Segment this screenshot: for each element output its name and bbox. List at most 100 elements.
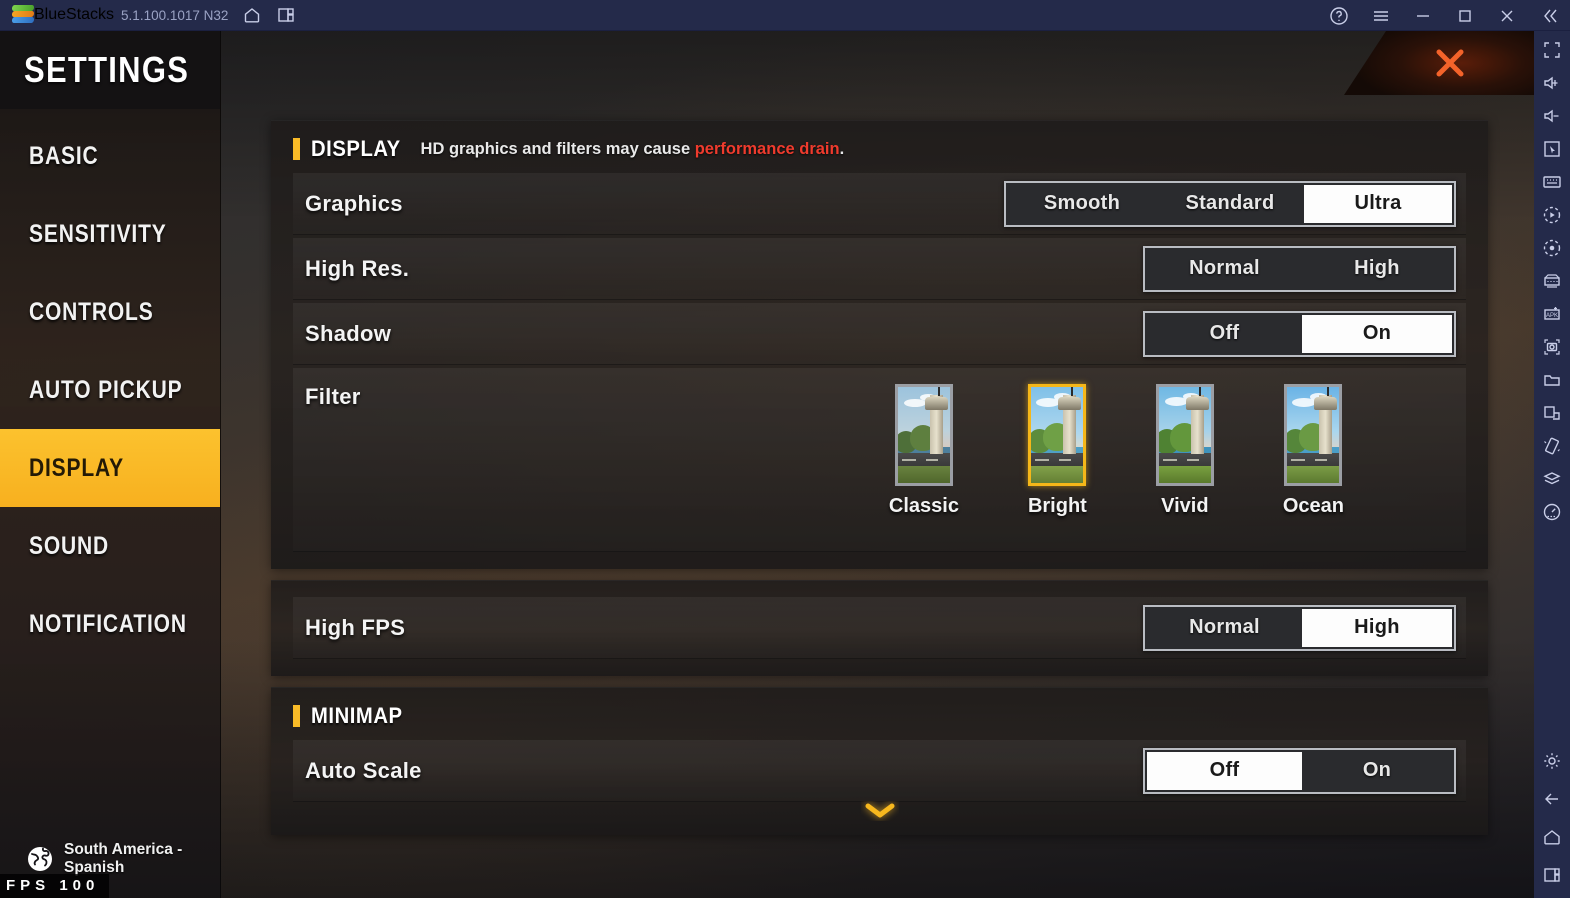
multi-instance-manager-icon[interactable] xyxy=(1541,468,1563,490)
filter-option-ocean[interactable]: Ocean xyxy=(1283,384,1344,518)
sidebar-item-auto-pickup[interactable]: AUTO PICKUP xyxy=(0,351,220,429)
row-label: High FPS xyxy=(305,614,406,640)
shake-icon[interactable] xyxy=(1541,435,1563,457)
graphics-option-standard[interactable]: Standard xyxy=(1156,185,1304,223)
high-fps-option-high[interactable]: High xyxy=(1302,608,1452,647)
high-res-option-high[interactable]: High xyxy=(1302,250,1452,288)
display-section-header: DISPLAY HD graphics and filters may caus… xyxy=(293,121,1466,173)
auto-scale-option-on[interactable]: On xyxy=(1302,752,1452,790)
filter-label: Vivid xyxy=(1161,495,1209,517)
filter-label: Ocean xyxy=(1282,495,1344,517)
sidebar-item-label: NOTIFICATION xyxy=(29,609,187,638)
row-label: Graphics xyxy=(305,190,403,216)
macro-icon[interactable] xyxy=(1541,204,1563,226)
sidebar-item-label: CONTROLS xyxy=(29,297,154,326)
graphics-segmented-control: Smooth Standard Ultra xyxy=(1004,180,1456,227)
sidebar-menu: BASIC SENSITIVITY CONTROLS AUTO PICKUP D… xyxy=(0,109,220,663)
collapse-icon[interactable] xyxy=(1538,5,1560,27)
note-suffix: . xyxy=(839,139,845,158)
filter-option-classic[interactable]: Classic xyxy=(889,384,959,518)
fps-section: High FPS Normal High xyxy=(271,580,1488,676)
svg-text:APK: APK xyxy=(1546,313,1558,319)
install-apk-icon[interactable]: APK xyxy=(1541,303,1563,325)
setting-row-graphics: Graphics Smooth Standard Ultra xyxy=(293,173,1466,235)
high-fps-option-normal[interactable]: Normal xyxy=(1147,609,1302,647)
multi-instance-icon[interactable] xyxy=(276,5,296,25)
volume-down-icon[interactable] xyxy=(1541,105,1563,127)
sidebar-item-notification[interactable]: NOTIFICATION xyxy=(0,585,220,663)
region-label: South America - Spanish xyxy=(64,841,182,876)
display-section: DISPLAY HD graphics and filters may caus… xyxy=(271,120,1488,569)
game-viewport: SETTINGS BASIC SENSITIVITY CONTROLS AUTO… xyxy=(0,31,1534,898)
close-icon[interactable] xyxy=(1496,5,1518,27)
section-accent-bar xyxy=(293,138,300,160)
gamepad-controls-icon[interactable] xyxy=(1541,270,1563,292)
back-icon[interactable] xyxy=(1541,788,1563,810)
shadow-option-off[interactable]: Off xyxy=(1147,315,1302,353)
home-icon[interactable] xyxy=(1541,826,1563,848)
bluestacks-window: BlueStacks 5.1.100.1017 N32 SETTINGS BAS… xyxy=(0,0,1570,898)
sidebar-item-label: SENSITIVITY xyxy=(29,219,167,248)
settings-content: DISPLAY HD graphics and filters may caus… xyxy=(271,120,1488,860)
shadow-option-on[interactable]: On xyxy=(1302,314,1452,353)
filter-option-vivid[interactable]: Vivid xyxy=(1155,384,1214,518)
screenshot-icon[interactable] xyxy=(1541,336,1563,358)
record-icon[interactable] xyxy=(1541,237,1563,259)
sidebar-item-controls[interactable]: CONTROLS xyxy=(0,273,220,351)
sidebar-item-label: AUTO PICKUP xyxy=(29,375,183,404)
bluestacks-logo-icon xyxy=(11,5,35,25)
app-version: 5.1.100.1017 N32 xyxy=(121,7,229,23)
fullscreen-icon[interactable] xyxy=(1541,39,1563,61)
filter-thumbnail-ocean xyxy=(1284,384,1343,486)
setting-row-high-res: High Res. Normal High xyxy=(293,238,1466,300)
section-title: MINIMAP xyxy=(311,703,403,728)
sidebar-item-label: BASIC xyxy=(29,141,99,170)
settings-gear-icon[interactable] xyxy=(1541,750,1563,772)
close-x-icon xyxy=(1436,49,1464,77)
filter-label: Bright xyxy=(1027,495,1087,517)
sidebar-item-sound[interactable]: SOUND xyxy=(0,507,220,585)
cursor-icon[interactable] xyxy=(1541,138,1563,160)
graphics-option-smooth[interactable]: Smooth xyxy=(1008,185,1156,223)
section-accent-bar xyxy=(293,705,300,727)
volume-up-icon[interactable] xyxy=(1541,72,1563,94)
fps-counter: FPS 100 xyxy=(0,874,110,898)
copy-paste-icon[interactable] xyxy=(1541,402,1563,424)
recents-icon[interactable] xyxy=(1541,864,1563,886)
eco-mode-icon[interactable] xyxy=(1541,501,1563,523)
auto-scale-segmented-control: Off On xyxy=(1143,747,1456,794)
high-res-option-normal[interactable]: Normal xyxy=(1147,250,1302,288)
sidebar-item-label: DISPLAY xyxy=(29,453,124,482)
help-icon[interactable] xyxy=(1328,5,1350,27)
media-folder-icon[interactable] xyxy=(1541,369,1563,391)
high-fps-segmented-control: Normal High xyxy=(1143,604,1456,651)
high-res-segmented-control: Normal High xyxy=(1143,245,1456,292)
region-line-1: South America - xyxy=(64,841,183,859)
scroll-down-indicator[interactable] xyxy=(293,801,1466,821)
sidebar-item-display[interactable]: DISPLAY xyxy=(0,429,220,507)
keyboard-icon[interactable] xyxy=(1541,171,1563,193)
filter-option-bright[interactable]: Bright xyxy=(1028,384,1087,518)
sidebar-item-label: SOUND xyxy=(29,531,110,560)
filter-thumbnail-classic xyxy=(894,384,953,486)
shadow-segmented-control: Off On xyxy=(1143,310,1456,357)
page-title: SETTINGS xyxy=(24,49,190,90)
minimize-icon[interactable] xyxy=(1412,5,1434,27)
auto-scale-option-off[interactable]: Off xyxy=(1147,751,1302,790)
globe-icon xyxy=(28,846,52,871)
close-settings-button[interactable] xyxy=(1344,31,1534,95)
row-label: High Res. xyxy=(305,255,410,281)
menu-icon[interactable] xyxy=(1370,5,1392,27)
titlebar: BlueStacks 5.1.100.1017 N32 xyxy=(0,0,1570,31)
sidebar-item-basic[interactable]: BASIC xyxy=(0,117,220,195)
setting-row-filter: Filter Classic Bright Vivid Ocean xyxy=(293,368,1466,552)
section-title: DISPLAY xyxy=(311,136,401,161)
note-warning: performance drain xyxy=(694,139,840,158)
home-icon[interactable] xyxy=(242,5,262,25)
note-prefix: HD graphics and filters may cause xyxy=(420,139,695,158)
setting-row-high-fps: High FPS Normal High xyxy=(293,597,1466,659)
sidebar-item-sensitivity[interactable]: SENSITIVITY xyxy=(0,195,220,273)
maximize-icon[interactable] xyxy=(1454,5,1476,27)
window-controls xyxy=(1328,0,1560,31)
graphics-option-ultra[interactable]: Ultra xyxy=(1304,184,1452,223)
